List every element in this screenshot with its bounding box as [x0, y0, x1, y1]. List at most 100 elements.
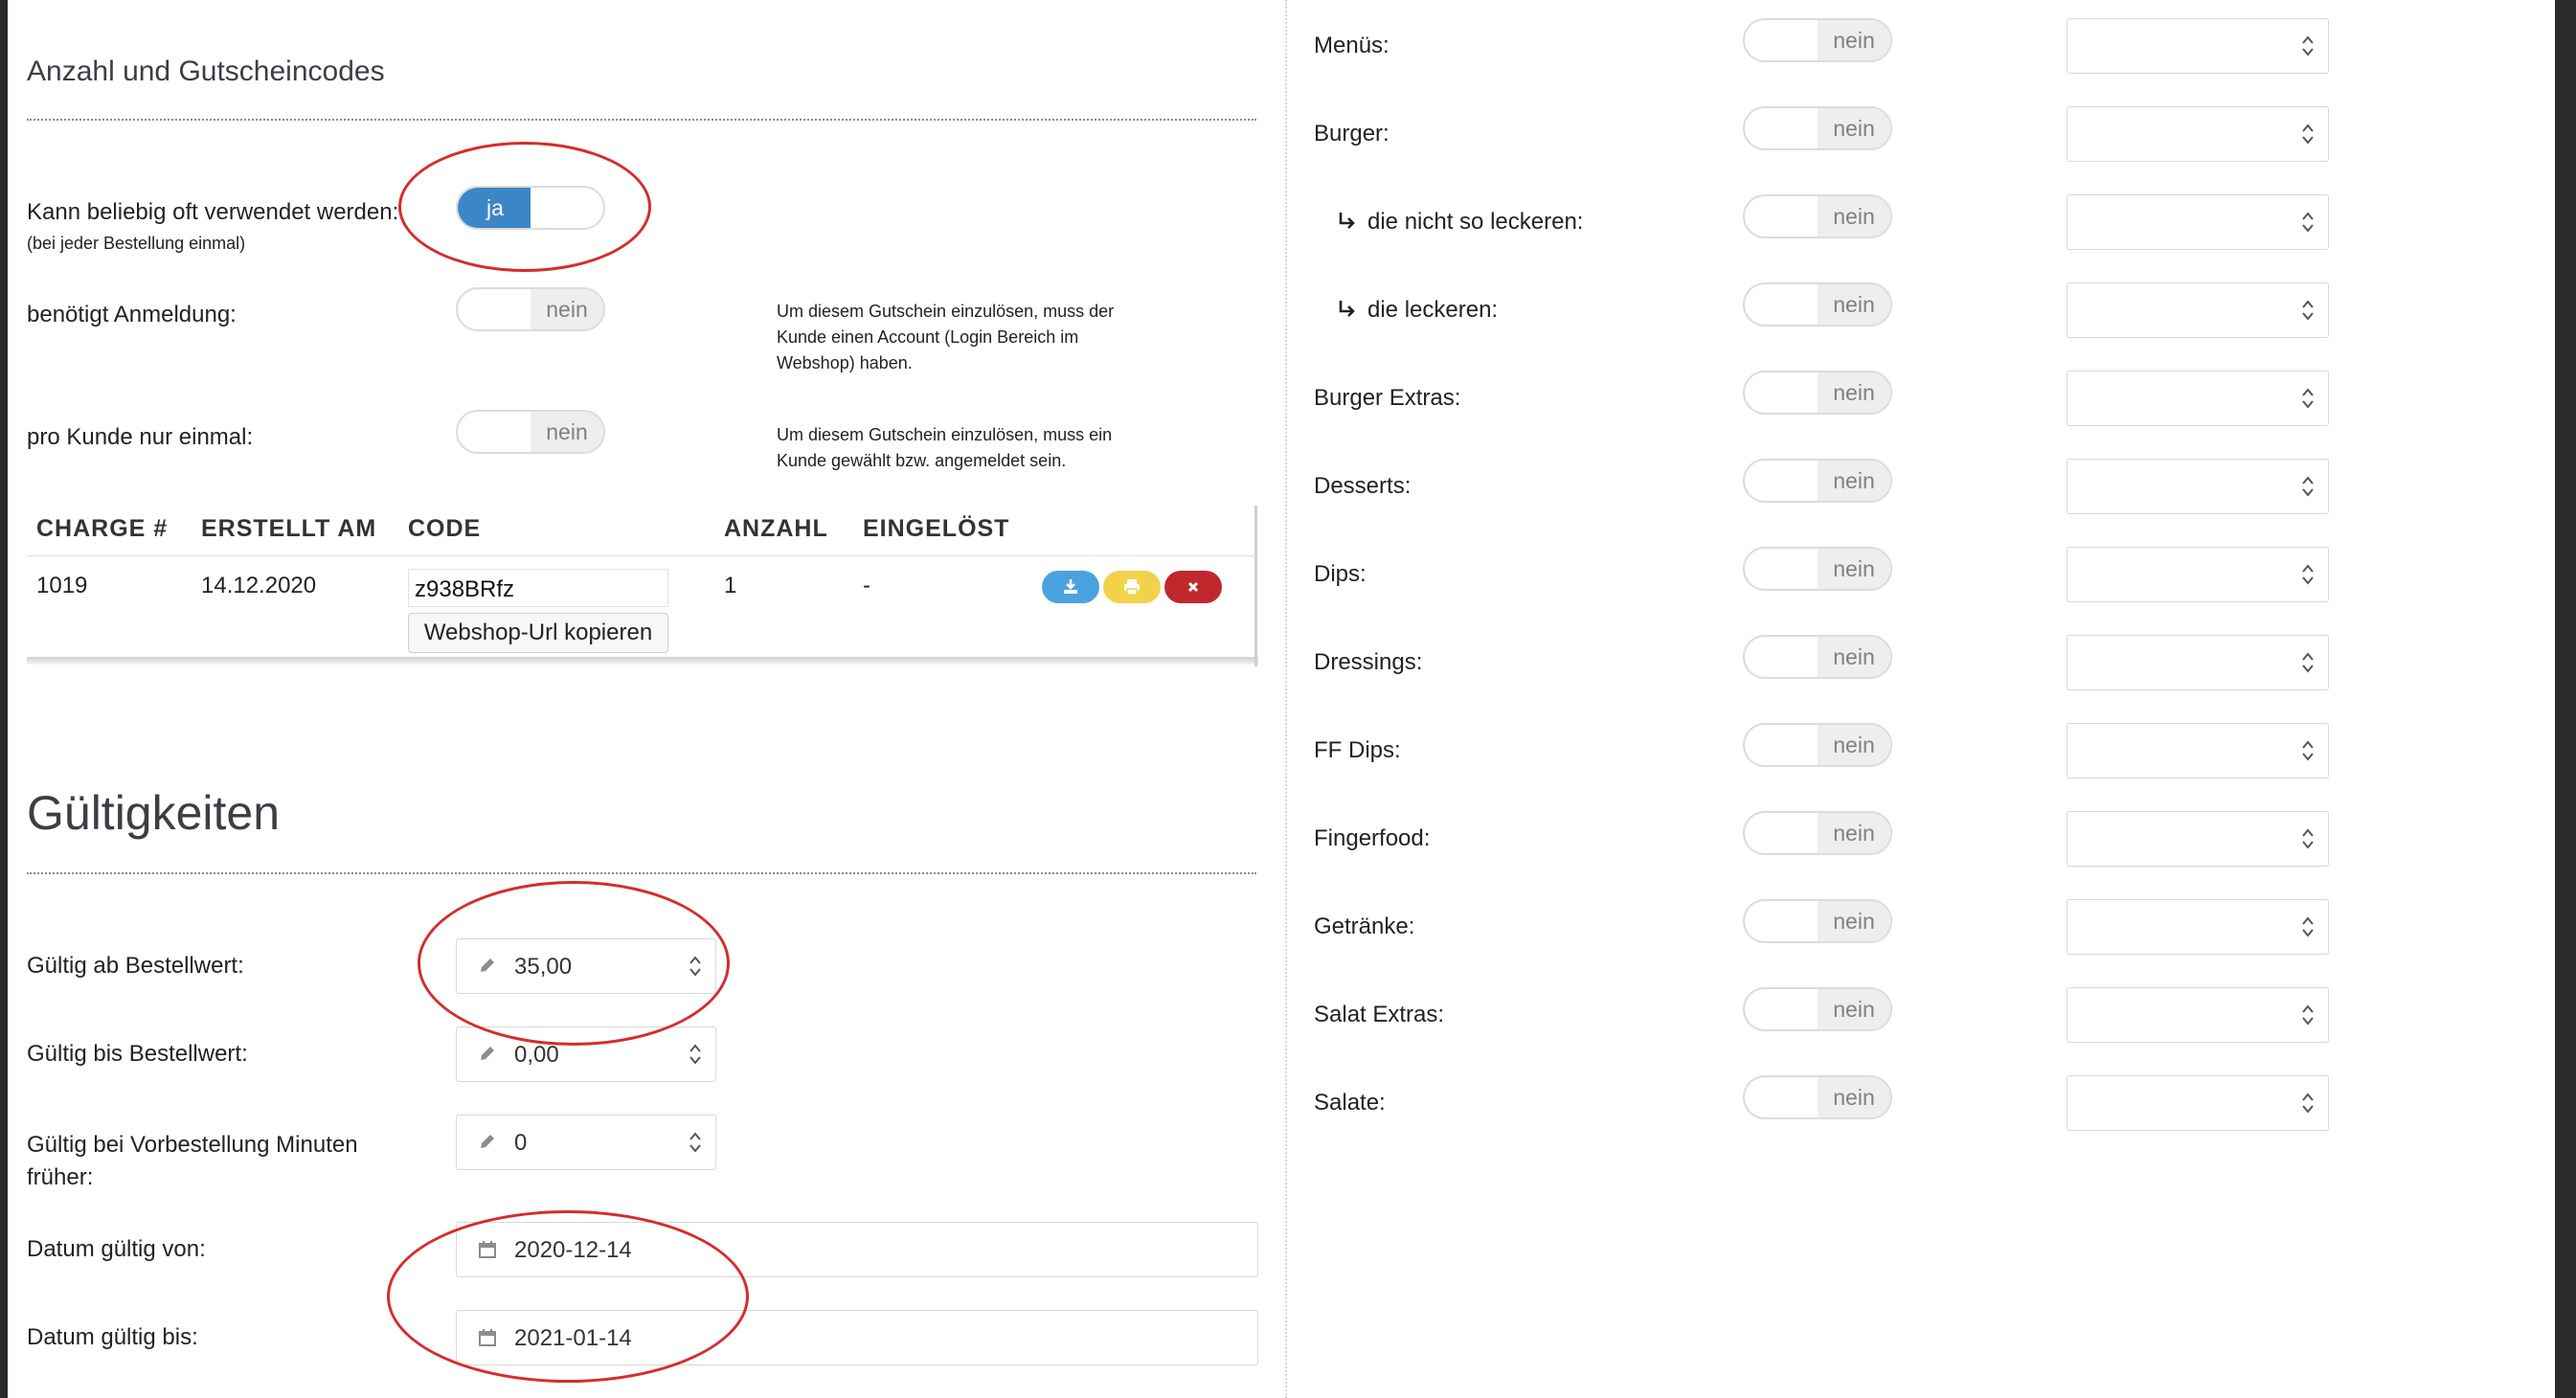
- toggle-off-label: nein: [1818, 725, 1890, 765]
- category-value-input[interactable]: [2067, 194, 2329, 250]
- max-order-value: 0,00: [514, 1042, 559, 1068]
- toggle-off-label: nein: [1818, 372, 1890, 413]
- category-toggle[interactable]: nein: [1743, 1075, 1892, 1119]
- corner-arrow-icon: [1339, 301, 1355, 317]
- toggle-off-label: nein: [1818, 461, 1890, 501]
- date-to-label: Datum gültig bis:: [27, 1324, 198, 1350]
- toggle-off-label: nein: [1818, 901, 1890, 941]
- spinner-icon[interactable]: [2301, 563, 2315, 586]
- window-left-edge: [0, 0, 8, 1398]
- category-value-input[interactable]: [2067, 106, 2329, 162]
- login-required-note: Um diesem Gutschein einzulösen, muss der…: [777, 302, 1115, 372]
- login-required-toggle[interactable]: nein: [456, 287, 605, 331]
- category-value-input[interactable]: [2067, 18, 2329, 74]
- spinner-icon[interactable]: [2301, 475, 2315, 498]
- pencil-icon: [481, 1047, 494, 1060]
- category-value-input[interactable]: [2067, 1075, 2329, 1131]
- toggle-off-label: nein: [1818, 813, 1890, 853]
- max-order-label: Gültig bis Bestellwert:: [27, 1041, 248, 1067]
- spinner-icon[interactable]: [2301, 651, 2315, 674]
- category-value-input[interactable]: [2067, 635, 2329, 690]
- category-toggle[interactable]: nein: [1743, 899, 1892, 943]
- toggle-off-label: nein: [1818, 284, 1890, 325]
- date-from-label: Datum gültig von:: [27, 1236, 206, 1262]
- category-value-input[interactable]: [2067, 811, 2329, 867]
- category-value-input[interactable]: [2067, 987, 2329, 1043]
- spinner-icon[interactable]: [2301, 1003, 2315, 1026]
- close-icon: [1187, 581, 1199, 593]
- toggle-off-label: nein: [1818, 989, 1890, 1029]
- spinner-icon[interactable]: [2301, 827, 2315, 850]
- toggle-off-label: nein: [1818, 196, 1890, 237]
- spinner-icon[interactable]: [2301, 299, 2315, 322]
- toggle-off-label: nein: [1818, 108, 1890, 148]
- once-per-customer-toggle[interactable]: nein: [456, 410, 605, 454]
- category-label: die nicht so leckeren:: [1367, 209, 1584, 235]
- cell-charge: 1019: [36, 573, 88, 598]
- window-right-edge: [2555, 0, 2576, 1398]
- category-label: Desserts:: [1314, 473, 1412, 499]
- preorder-minutes-label: Gültig bei Vorbestellung Minuten früher:: [27, 1132, 358, 1190]
- category-toggle[interactable]: nein: [1743, 106, 1892, 150]
- category-toggle[interactable]: nein: [1743, 723, 1892, 767]
- category-toggle[interactable]: nein: [1743, 547, 1892, 591]
- category-label: FF Dips:: [1314, 737, 1401, 763]
- category-label: Getränke:: [1314, 913, 1415, 939]
- toggle-off-label: nein: [1818, 637, 1890, 677]
- spinner-icon[interactable]: [2301, 1092, 2315, 1115]
- unlimited-sublabel: (bei jeder Bestellung einmal): [27, 234, 246, 253]
- category-toggle[interactable]: nein: [1743, 282, 1892, 327]
- col-header-code: CODE: [408, 515, 482, 542]
- toggle-off-label: nein: [1818, 1077, 1890, 1117]
- section-divider: [27, 872, 1256, 874]
- delete-button[interactable]: [1164, 571, 1222, 603]
- col-header-redeemed: EINGELÖST: [863, 515, 1010, 542]
- category-value-input[interactable]: [2067, 459, 2329, 514]
- category-toggle[interactable]: nein: [1743, 459, 1892, 503]
- section-title-codes: Anzahl und Gutscheincodes: [27, 56, 385, 87]
- column-divider: [1285, 0, 1287, 1398]
- section-title-validity: Gültigkeiten: [27, 786, 281, 840]
- spinner-icon[interactable]: [689, 1043, 702, 1066]
- category-label: Burger Extras:: [1314, 385, 1461, 411]
- category-value-input[interactable]: [2067, 371, 2329, 426]
- cell-created: 14.12.2020: [201, 573, 317, 598]
- category-toggle[interactable]: nein: [1743, 811, 1892, 855]
- category-value-input[interactable]: [2067, 899, 2329, 955]
- spinner-icon[interactable]: [2301, 34, 2315, 57]
- toggle-off-label: nein: [531, 289, 603, 329]
- pencil-icon: [481, 1135, 494, 1148]
- section-divider: [27, 119, 1256, 121]
- preorder-minutes-input[interactable]: 0: [456, 1115, 716, 1170]
- spinner-icon[interactable]: [2301, 915, 2315, 938]
- download-button[interactable]: [1042, 571, 1099, 603]
- category-toggle[interactable]: nein: [1743, 987, 1892, 1031]
- category-toggle[interactable]: nein: [1743, 635, 1892, 679]
- spinner-icon[interactable]: [2301, 739, 2315, 762]
- category-value-input[interactable]: [2067, 282, 2329, 338]
- spinner-icon[interactable]: [2301, 211, 2315, 234]
- print-button[interactable]: [1103, 571, 1161, 603]
- toggle-off-label: nein: [531, 412, 603, 452]
- spinner-icon[interactable]: [2301, 387, 2315, 410]
- category-label: Dressings:: [1314, 649, 1423, 675]
- annotation-circle: [418, 881, 730, 1046]
- category-toggle[interactable]: nein: [1743, 371, 1892, 415]
- download-icon: [1064, 579, 1077, 594]
- category-value-input[interactable]: [2067, 723, 2329, 778]
- toggle-off-label: nein: [1818, 20, 1890, 60]
- code-field[interactable]: z938BRfz: [408, 569, 668, 607]
- category-toggle[interactable]: nein: [1743, 18, 1892, 62]
- category-label: Burger:: [1314, 121, 1390, 147]
- category-value-input[interactable]: [2067, 547, 2329, 602]
- spinner-icon[interactable]: [689, 1131, 702, 1154]
- copy-webshop-url-button[interactable]: Webshop-Url kopieren: [408, 613, 668, 653]
- category-label: Salat Extras:: [1314, 1002, 1445, 1027]
- toggle-off-label: nein: [1818, 549, 1890, 589]
- cell-count: 1: [724, 573, 737, 598]
- category-toggle[interactable]: nein: [1743, 194, 1892, 238]
- print-icon: [1124, 579, 1140, 596]
- spinner-icon[interactable]: [2301, 123, 2315, 146]
- login-required-label: benötigt Anmeldung:: [27, 302, 237, 327]
- min-order-label: Gültig ab Bestellwert:: [27, 953, 244, 979]
